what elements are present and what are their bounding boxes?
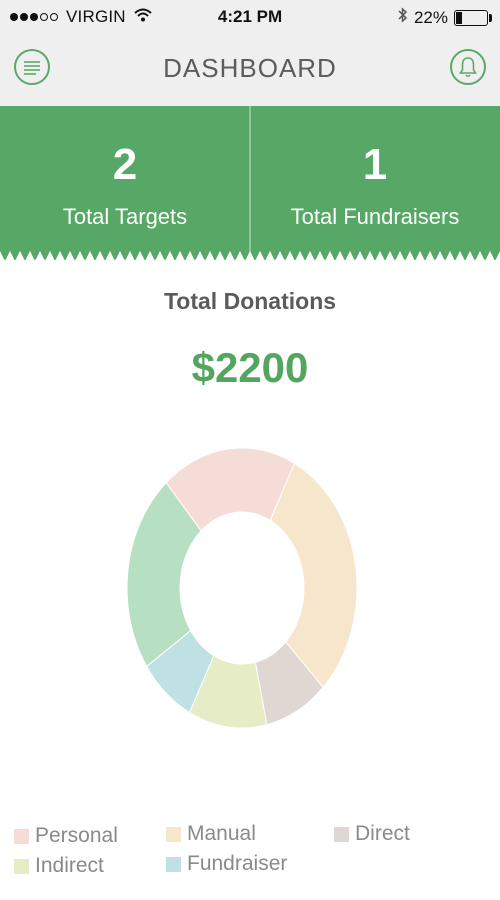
total-fundraisers-value: 1 — [362, 140, 388, 189]
legend-swatch — [14, 858, 29, 874]
legend-item-fundraiser: Fundraiser — [166, 852, 287, 876]
total-fundraisers-card[interactable]: 1 Total Fundraisers — [250, 106, 500, 252]
bell-icon — [459, 57, 477, 78]
legend-label: Fundraiser — [187, 852, 288, 875]
bluetooth-icon — [398, 7, 408, 28]
notifications-button[interactable] — [450, 49, 486, 85]
chart-legend: Personal Manual Direct Indirect Fundrais… — [0, 820, 500, 890]
legend-swatch — [334, 826, 349, 842]
legend-label: Manual — [187, 822, 256, 845]
donut-chart — [126, 447, 358, 729]
stats-band: 2 Total Targets 1 Total Fundraisers — [0, 106, 500, 261]
battery-percent: 22% — [413, 7, 448, 27]
total-targets-value: 2 — [112, 140, 138, 189]
legend-swatch — [14, 828, 29, 844]
status-right: 22% — [398, 7, 492, 28]
donations-amount: $2200 — [191, 344, 309, 391]
legend-item-personal: Personal — [14, 824, 118, 848]
legend-label: Personal — [35, 824, 118, 847]
battery-level — [456, 11, 463, 24]
zigzag-edge — [0, 251, 500, 261]
legend-item-indirect: Indirect — [14, 854, 104, 878]
legend-item-manual: Manual — [166, 822, 256, 846]
donations-title: Total Donations — [163, 288, 337, 314]
legend-item-direct: Direct — [334, 822, 410, 846]
app-header: DASHBOARD — [0, 36, 500, 106]
legend-swatch — [166, 856, 181, 872]
legend-label: Direct — [355, 822, 410, 845]
legend-label: Indirect — [35, 854, 104, 877]
donations-chart — [120, 440, 370, 740]
status-bar: VIRGIN 4:21 PM 22% — [0, 0, 500, 36]
page-title: DASHBOARD — [163, 53, 337, 83]
total-targets-card[interactable]: 2 Total Targets — [0, 106, 250, 252]
total-targets-label: Total Targets — [62, 204, 188, 229]
legend-swatch — [166, 826, 181, 842]
battery-icon — [454, 9, 492, 26]
total-fundraisers-label: Total Fundraisers — [290, 204, 460, 229]
dashboard-screen: VIRGIN 4:21 PM 22% DASHBOARD 2 Total Tar… — [0, 0, 500, 900]
